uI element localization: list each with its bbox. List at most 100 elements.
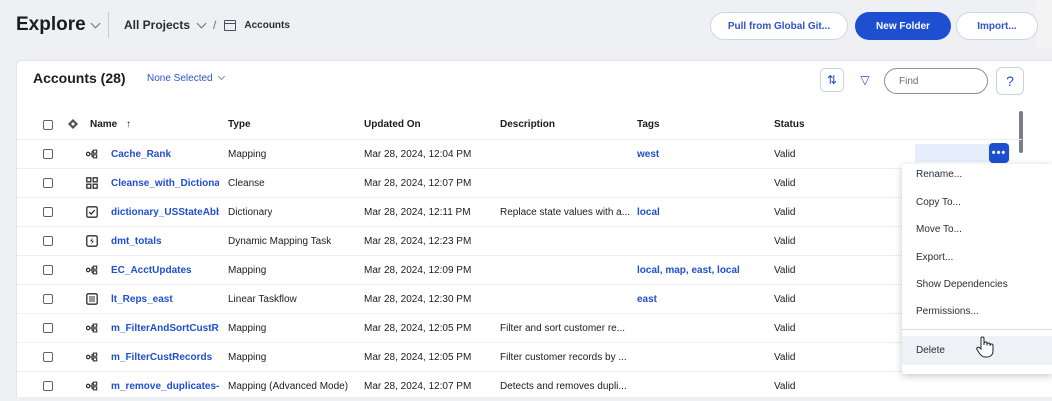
asset-type: Mapping [228,265,267,276]
menu-separator [902,329,1052,330]
asset-tags[interactable]: west [637,149,659,160]
header-divider [108,12,109,38]
table-row[interactable]: dictionary_USStateAbb Dictionary Mar 28,… [17,197,1022,227]
column-tags[interactable]: Tags [637,119,660,130]
menu-item-permissions[interactable]: Permissions... [916,306,979,317]
asset-name-link[interactable]: Cleanse_with_Dictionar [111,178,219,189]
row-checkbox[interactable] [43,265,53,275]
row-checkbox[interactable] [43,178,53,188]
table-row[interactable]: Cleanse_with_Dictionar Cleanse Mar 28, 2… [17,168,1022,198]
row-checkbox[interactable] [43,207,53,217]
asset-status: Valid [774,352,796,363]
column-name[interactable]: Name ↑ [90,119,131,130]
asset-name-link[interactable]: m_remove_duplicates- [111,381,219,392]
panel-title: Accounts (28) [33,70,126,86]
table-header: Name ↑ Type Updated On Description Tags … [17,111,1022,139]
mapping-icon [86,148,98,160]
breadcrumb-current: Accounts [244,19,290,31]
asset-type-header-icon [67,118,79,130]
asset-type: Mapping [228,352,267,363]
explore-menu[interactable]: Explore [16,14,101,36]
dictionary-icon [86,206,98,218]
asset-name-link[interactable]: EC_AcctUpdates [111,265,219,276]
asset-name-link[interactable]: Cache_Rank [111,149,219,160]
chevron-down-icon[interactable] [196,18,207,28]
column-status[interactable]: Status [774,119,805,130]
asset-description: Detects and removes dupli... [500,381,627,392]
asset-updated: Mar 28, 2024, 12:09 PM [364,265,472,276]
menu-item-delete[interactable]: Delete [916,345,945,356]
pull-from-git-button[interactable]: Pull from Global Git... [710,12,848,40]
asset-status: Valid [774,265,796,276]
asset-name-link[interactable]: dictionary_USStateAbb [111,207,219,218]
asset-status: Valid [774,207,796,218]
asset-status: Valid [774,149,796,160]
asset-updated: Mar 28, 2024, 12:07 PM [364,381,472,392]
mapping-icon [86,380,98,392]
menu-item-rename[interactable]: Rename... [916,169,962,180]
row-checkbox[interactable] [43,294,53,304]
filter-icon: ▽ [860,73,870,87]
table-row[interactable]: EC_AcctUpdates Mapping Mar 28, 2024, 12:… [17,255,1022,285]
asset-status: Valid [774,323,796,334]
row-checkbox[interactable] [43,323,53,333]
column-type[interactable]: Type [228,119,251,130]
asset-tags[interactable]: local [637,207,660,218]
help-icon: ? [1006,73,1014,89]
column-updated-on[interactable]: Updated On [364,119,421,130]
asset-name-link[interactable]: lt_Reps_east [111,294,219,305]
asset-updated: Mar 28, 2024, 12:11 PM [364,207,471,218]
table-row[interactable]: m_FilterAndSortCustRe Mapping Mar 28, 20… [17,313,1022,343]
select-all-checkbox[interactable] [43,120,53,130]
table-row[interactable]: lt_Reps_east Linear Taskflow Mar 28, 202… [17,284,1022,314]
assets-panel: Accounts (28) None Selected ⇅ ▽ Find ? N… [16,60,1052,397]
breadcrumb-all-projects[interactable]: All Projects [124,18,190,32]
asset-name-link[interactable]: dmt_totals [111,236,219,247]
row-checkbox[interactable] [43,381,53,391]
mapping-icon [86,264,98,276]
asset-tags[interactable]: east [637,294,657,305]
sort-ascending-icon: ↑ [126,119,132,130]
breadcrumb-separator: / [213,18,217,32]
asset-name-link[interactable]: m_FilterAndSortCustRe [111,323,219,334]
asset-type: Dynamic Mapping Task [228,236,332,247]
table-row[interactable]: dmt_totals Dynamic Mapping Task Mar 28, … [17,226,1022,256]
menu-item-copy-to[interactable]: Copy To... [916,197,961,208]
asset-type: Dictionary [228,207,273,218]
asset-type: Mapping (Advanced Mode) [228,381,349,392]
top-bar-edge [1036,0,1052,48]
table-row[interactable]: Cache_Rank Mapping Mar 28, 2024, 12:04 P… [17,139,1022,169]
import-button[interactable]: Import... [956,12,1038,40]
asset-name-link[interactable]: m_FilterCustRecords [111,352,219,363]
new-folder-button[interactable]: New Folder [855,12,951,40]
row-checkbox[interactable] [43,352,53,362]
row-checkbox[interactable] [43,149,53,159]
mapping-icon [86,322,98,334]
menu-item-move-to[interactable]: Move To... [916,224,962,235]
asset-type: Mapping [228,149,267,160]
dynamic-mapping-task-icon [86,235,98,247]
asset-updated: Mar 28, 2024, 12:04 PM [364,149,472,160]
asset-description: Filter and sort customer re... [500,323,626,334]
breadcrumb: All Projects / Accounts [124,18,290,32]
asset-updated: Mar 28, 2024, 12:05 PM [364,323,472,334]
selection-label: None Selected [147,73,213,84]
asset-description: Replace state values with a... [500,207,630,218]
asset-status: Valid [774,294,796,305]
menu-item-export[interactable]: Export... [916,252,953,263]
menu-item-show-dependencies[interactable]: Show Dependencies [916,279,1008,290]
selection-dropdown[interactable]: None Selected [147,72,225,84]
chevron-down-icon [217,72,225,81]
asset-type: Mapping [228,323,267,334]
explore-title: Explore [16,14,86,35]
asset-tags[interactable]: local, map, east, local [637,265,740,276]
sort-button[interactable]: ⇅ [820,68,844,92]
find-input[interactable]: Find [884,68,988,94]
row-checkbox[interactable] [43,236,53,246]
help-button[interactable]: ? [996,67,1024,95]
column-name-label: Name [90,119,118,130]
linear-taskflow-icon [86,293,98,305]
table-row[interactable]: m_FilterCustRecords Mapping Mar 28, 2024… [17,342,1022,372]
column-description[interactable]: Description [500,119,555,130]
filter-button[interactable]: ▽ [853,68,877,92]
